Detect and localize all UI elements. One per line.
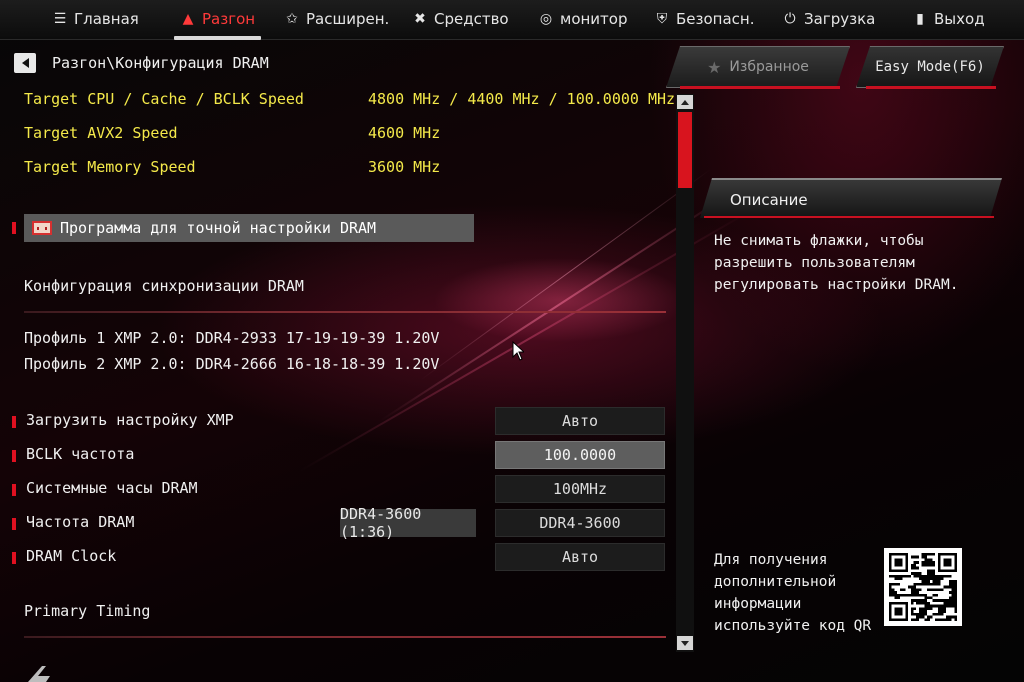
description-header: Описание — [700, 178, 1002, 218]
tab-boot-label: Загрузка — [804, 10, 876, 28]
easy-mode-label: Easy Mode(F6) — [875, 59, 985, 75]
setting-marker — [12, 416, 16, 428]
xmp-profile-2: Профиль 2 XMP 2.0: DDR4-2666 16-18-18-39… — [24, 355, 440, 373]
tab-exit[interactable]: ▮ Выход — [912, 0, 985, 38]
dram-clock-label: DRAM Clock — [26, 547, 117, 565]
power-icon: ⏻ — [784, 11, 796, 27]
easy-mode-button[interactable]: Easy Mode(F6) — [856, 46, 1004, 88]
favorites-label: Избранное — [729, 59, 809, 75]
selection-marker — [12, 222, 16, 234]
tab-main[interactable]: ☰ Главная — [52, 0, 139, 38]
divider — [24, 311, 666, 313]
decorative-edge — [866, 86, 996, 89]
tab-main-label: Главная — [74, 10, 139, 28]
mouse-cursor-icon — [512, 341, 524, 361]
tab-security[interactable]: ⛨ Безопасн. — [654, 0, 755, 38]
star-icon: ★ — [707, 57, 722, 77]
exit-door-icon: ▮ — [916, 11, 924, 27]
dram-ref-clock-label: Системные часы DRAM — [26, 479, 198, 497]
top-navigation: ☰ Главная ▲ Разгон ✩ Расширен. ✖ Средств… — [0, 0, 1024, 40]
sync-config-heading: Конфигурация синхронизации DRAM — [24, 277, 304, 295]
flame-icon: ▲ — [182, 11, 194, 27]
gauge-icon: ◎ — [539, 11, 553, 27]
dram-ref-clock-select[interactable]: 100MHz — [495, 475, 665, 503]
bclk-frequency-input[interactable]: 100.0000 — [495, 441, 665, 469]
target-memory-value: 3600 MHz — [368, 158, 441, 176]
target-avx2-label: Target AVX2 Speed — [24, 124, 178, 142]
dram-clock-select[interactable]: Авто — [495, 543, 665, 571]
setting-marker — [12, 518, 16, 530]
dram-tweaker-item[interactable]: Программа для точной настройки DRAM — [24, 214, 474, 242]
decorative-edge — [704, 216, 994, 218]
tab-monitor[interactable]: ◎ монитор — [538, 0, 628, 38]
target-cpu-label: Target CPU / Cache / BCLK Speed — [24, 90, 304, 108]
star-icon: ✩ — [286, 11, 298, 27]
setting-marker — [12, 552, 16, 564]
dram-frequency-label: Частота DRAM — [26, 513, 135, 531]
target-memory-label: Target Memory Speed — [24, 158, 196, 176]
scroll-down-arrow-icon[interactable] — [677, 636, 693, 650]
setting-marker — [12, 450, 16, 462]
setting-marker — [12, 484, 16, 496]
dram-tweaker-label: Программа для точной настройки DRAM — [60, 219, 377, 237]
tab-tools[interactable]: ✖ Средство — [412, 0, 509, 38]
xmp-profile-1: Профиль 1 XMP 2.0: DDR4-2933 17-19-19-39… — [24, 329, 440, 347]
tab-tools-label: Средство — [434, 10, 509, 28]
tab-monitor-label: монитор — [560, 10, 628, 28]
memory-module-icon — [32, 221, 52, 235]
breadcrumb: Разгон\Конфигурация DRAM — [52, 54, 269, 72]
bclk-frequency-label: BCLK частота — [26, 445, 135, 463]
tab-exit-label: Выход — [934, 10, 985, 28]
qr-code — [884, 548, 962, 626]
target-avx2-value: 4600 MHz — [368, 124, 441, 142]
tab-overclock-label: Разгон — [202, 10, 256, 28]
qr-info-text: Для получения дополнительной информации … — [714, 552, 872, 634]
dram-frequency-select[interactable]: DDR4-3600 — [495, 509, 665, 537]
brand-logo-icon — [28, 666, 50, 682]
load-xmp-select[interactable]: Авто — [495, 407, 665, 435]
scrollbar-thumb[interactable] — [678, 112, 692, 188]
tab-advanced[interactable]: ✩ Расширен. — [284, 0, 389, 38]
target-cpu-value: 4800 MHz / 4400 MHz / 100.0000 MHz — [368, 90, 676, 108]
scroll-up-arrow-icon[interactable] — [677, 95, 693, 109]
tools-icon: ✖ — [414, 11, 426, 27]
tab-security-label: Безопасн. — [676, 10, 755, 28]
primary-timing-heading: Primary Timing — [24, 602, 151, 620]
description-title: Описание — [730, 191, 808, 209]
shield-icon: ⛨ — [656, 11, 668, 27]
divider — [24, 636, 666, 638]
back-button[interactable] — [14, 53, 36, 73]
list-icon: ☰ — [53, 11, 67, 27]
tab-advanced-label: Расширен. — [306, 10, 390, 28]
decorative-edge — [680, 86, 840, 89]
description-text: Не снимать флажки, чтобы разрешить польз… — [714, 233, 959, 293]
load-xmp-label: Загрузить настройку XMP — [26, 411, 234, 429]
tab-overclock[interactable]: ▲ Разгон — [173, 0, 262, 40]
tab-boot[interactable]: ⏻ Загрузка — [782, 0, 875, 38]
dram-ratio-readout: DDR4-3600 (1:36) — [340, 505, 476, 541]
favorites-button[interactable]: ★ Избранное — [666, 46, 850, 88]
